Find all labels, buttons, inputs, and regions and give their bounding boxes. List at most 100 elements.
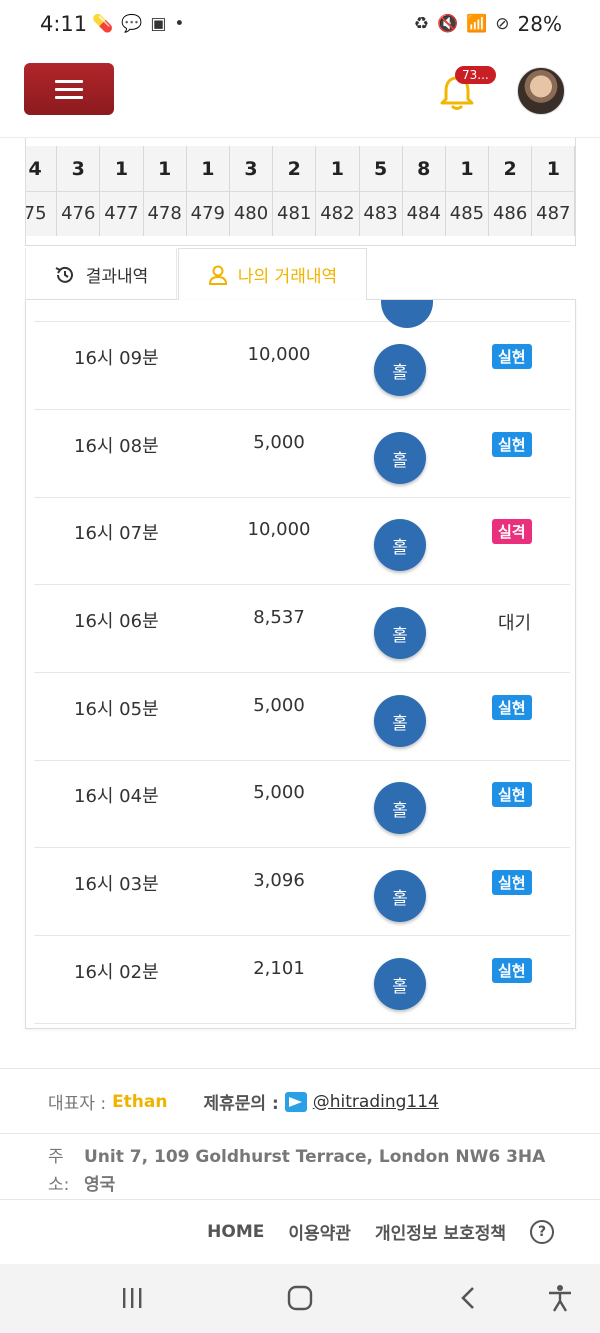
tab-results[interactable]: 결과내역 [25,248,177,301]
trade-amount: 2,101 [253,958,305,979]
trade-time: 16시 06분 [74,611,159,632]
trade-amount: 3,096 [253,870,305,891]
result-cell: 1 [186,146,230,192]
trade-time: 16시 05분 [74,699,159,720]
pick-chip: 홀 [374,695,426,747]
status-badge: 실현 [492,958,532,983]
status-badge: 실현 [492,782,532,807]
result-cell: 1 [532,146,575,192]
trade-time: 16시 07분 [74,523,159,544]
result-cell: 2 [273,146,317,192]
rep-name: Ethan [112,1091,168,1112]
recent-apps-icon[interactable] [116,1282,148,1314]
trade-time: 16시 03분 [74,874,159,895]
list-item: 16시 05분 5,000 홀 실현 [34,673,570,761]
results-strip: 4 3 1 1 1 3 2 1 5 8 1 2 1 75 476 477 478… [25,138,576,246]
app-header: 73... [0,50,600,138]
recycle-icon: ♻ [413,14,429,34]
telegram-icon [284,1091,307,1112]
home-link[interactable]: HOME [207,1222,264,1242]
round-cell: 478 [143,192,187,236]
result-cell-partial: 4 [26,146,58,192]
hamburger-line [55,95,83,99]
status-text: 대기 [498,613,532,634]
round-cell: 483 [359,192,403,236]
status-badge: 실현 [492,870,532,895]
status-badge: 실현 [492,695,532,720]
mute-icon: 🔇 [436,14,459,34]
home-icon[interactable] [284,1282,316,1314]
trade-time: 16시 02분 [74,962,159,983]
pick-chip: 홀 [374,958,426,1010]
telegram-link[interactable]: @hitrading114 [313,1092,439,1112]
user-icon [208,265,227,285]
round-cell: 476 [57,192,101,236]
talk-icon: 💬 [121,14,143,34]
trade-time: 16시 08분 [74,436,159,457]
address-line-1: Unit 7, 109 Goldhurst Terrace, London NW… [84,1147,546,1167]
privacy-link[interactable]: 개인정보 보호정책 [375,1219,506,1244]
list-item: 16시 02분 2,101 홀 실현 [34,936,570,1024]
battery-level: 28% [517,12,562,36]
avatar[interactable] [517,67,565,115]
back-icon[interactable] [452,1282,484,1314]
do-not-disturb-icon: ⊘ [495,14,510,34]
round-cell: 482 [316,192,360,236]
pick-chip: 홀 [374,432,426,484]
site-footer: 대표자 : Ethan 제휴문의 : @hitrading114 주 소: Un… [0,1068,600,1264]
hamburger-line [55,87,83,91]
result-cell: 1 [316,146,360,192]
trade-amount: 5,000 [253,782,305,803]
list-item-partial [34,300,570,328]
list-item: 16시 08분 5,000 홀 실현 [34,410,570,498]
result-cell: 1 [143,146,187,192]
help-icon[interactable]: ? [530,1219,554,1244]
result-cell: 1 [445,146,490,192]
history-icon [55,266,73,283]
notification-badge: 73... [455,66,496,84]
pill-icon: 💊 [92,14,114,34]
system-icons: ♻ 🔇 📶 ⊘ 28% [414,12,562,36]
round-cell-partial: 75 [26,192,58,236]
trade-amount: 5,000 [253,695,305,716]
accessibility-icon[interactable] [544,1282,576,1314]
tab-results-label: 결과내역 [85,267,149,287]
wifi-icon: 📶 [466,14,488,34]
trade-list: 16시 09분 10,000 홀 실현 16시 08분 5,000 홀 실현 1… [25,300,576,1029]
tab-my-trades-label: 나의 거래내역 [237,267,338,287]
round-cell: 481 [273,192,317,236]
result-cell: 3 [229,146,274,192]
terms-link[interactable]: 이용약관 [288,1219,351,1244]
notification-icons: 💊 💬 ▣ • [92,14,184,34]
trade-time: 16시 09분 [74,348,159,369]
rep-label: 대표자 : [48,1094,107,1114]
round-cell: 477 [100,192,144,236]
list-item: 16시 03분 3,096 홀 실현 [34,848,570,936]
footer-links: HOME 이용약관 개인정보 보호정책 ? [207,1219,554,1244]
trade-amount: 10,000 [247,344,311,365]
divider [0,1199,600,1200]
pick-chip: 홀 [374,607,426,659]
list-item: 16시 06분 8,537 홀 대기 [34,585,570,673]
trade-amount: 10,000 [247,519,311,540]
divider [0,1133,600,1134]
result-cell: 5 [359,146,403,192]
pick-chip: 홀 [374,782,426,834]
pick-chip: 홀 [374,519,426,571]
round-cell: 487 [532,192,575,236]
clock: 4:11 [40,12,88,36]
round-cell: 486 [489,192,533,236]
trade-amount: 5,000 [253,432,305,453]
status-bar: 4:11 💊 💬 ▣ • ♻ 🔇 📶 ⊘ 28% [0,0,600,50]
tab-my-trades[interactable]: 나의 거래내역 [178,248,367,301]
dot-icon: • [174,14,185,34]
list-item: 16시 04분 5,000 홀 실현 [34,760,570,848]
menu-button[interactable] [24,63,114,115]
result-cell: 1 [100,146,144,192]
result-cell: 3 [57,146,101,192]
pick-chip: 홀 [374,870,426,922]
trade-amount: 8,537 [253,607,305,628]
footer-contact-line: 대표자 : Ethan 제휴문의 : @hitrading114 [48,1089,439,1114]
contact-label: 제휴문의 : [203,1094,279,1114]
result-cell: 2 [489,146,533,192]
